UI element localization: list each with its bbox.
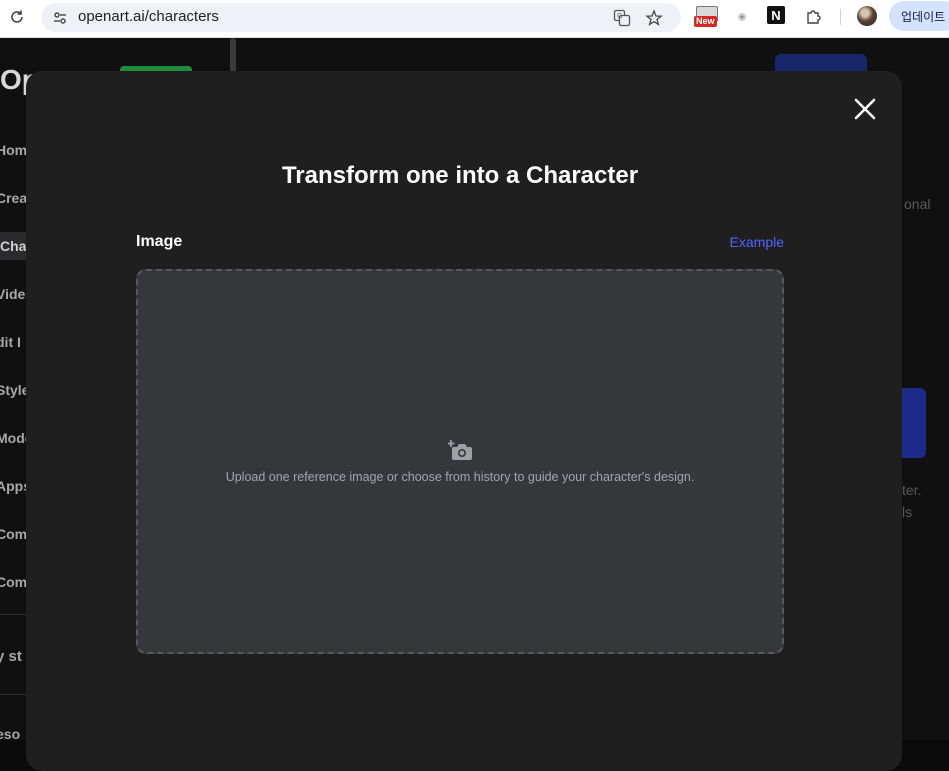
image-label: Image xyxy=(136,233,183,250)
notion-icon[interactable]: N xyxy=(767,6,785,24)
background-text: ls xyxy=(902,504,913,520)
sidebar-item-my-stuff: y st xyxy=(0,648,22,665)
sidebar-item-competitions: Com xyxy=(0,574,28,590)
character-modal: Transform one into a Character Image Exa… xyxy=(26,71,902,771)
translate-icon[interactable]: G xyxy=(612,8,632,28)
background-text: onal xyxy=(904,196,931,212)
sidebar-item-video: Vide xyxy=(0,286,26,302)
svg-text:G: G xyxy=(617,12,622,20)
bookmark-star-icon[interactable] xyxy=(644,8,664,28)
update-button[interactable]: 업데이트 xyxy=(889,1,949,31)
profile-avatar[interactable] xyxy=(857,6,877,26)
new-badge: New xyxy=(694,16,717,27)
reload-icon[interactable] xyxy=(6,6,28,28)
sidebar-item-create: Crea xyxy=(0,190,28,206)
image-upload-dropzone[interactable]: Upload one reference image or choose fro… xyxy=(136,269,784,654)
sidebar-divider xyxy=(0,614,26,615)
browser-toolbar: openart.ai/characters G New N 업데이트 xyxy=(0,0,949,38)
sidebar-item-community: Com xyxy=(0,526,28,542)
site-info-icon[interactable] xyxy=(51,9,69,27)
upload-hint-text: Upload one reference image or choose fro… xyxy=(225,470,695,484)
url-text: openart.ai/characters xyxy=(78,8,219,25)
close-icon[interactable] xyxy=(852,96,878,122)
new-extension-icon[interactable]: New xyxy=(694,4,718,30)
sidebar-item-edit: dit I xyxy=(0,334,21,350)
address-bar[interactable]: openart.ai/characters G xyxy=(41,3,681,32)
modal-title: Transform one into a Character xyxy=(281,162,639,189)
background-text: ter. xyxy=(902,482,922,498)
extension-icon[interactable] xyxy=(733,4,751,30)
toolbar-divider xyxy=(840,9,841,25)
camera-add-icon xyxy=(447,439,474,463)
sidebar-divider xyxy=(0,694,26,695)
extensions-puzzle-icon[interactable] xyxy=(803,4,825,30)
example-link[interactable]: Example xyxy=(730,234,784,250)
